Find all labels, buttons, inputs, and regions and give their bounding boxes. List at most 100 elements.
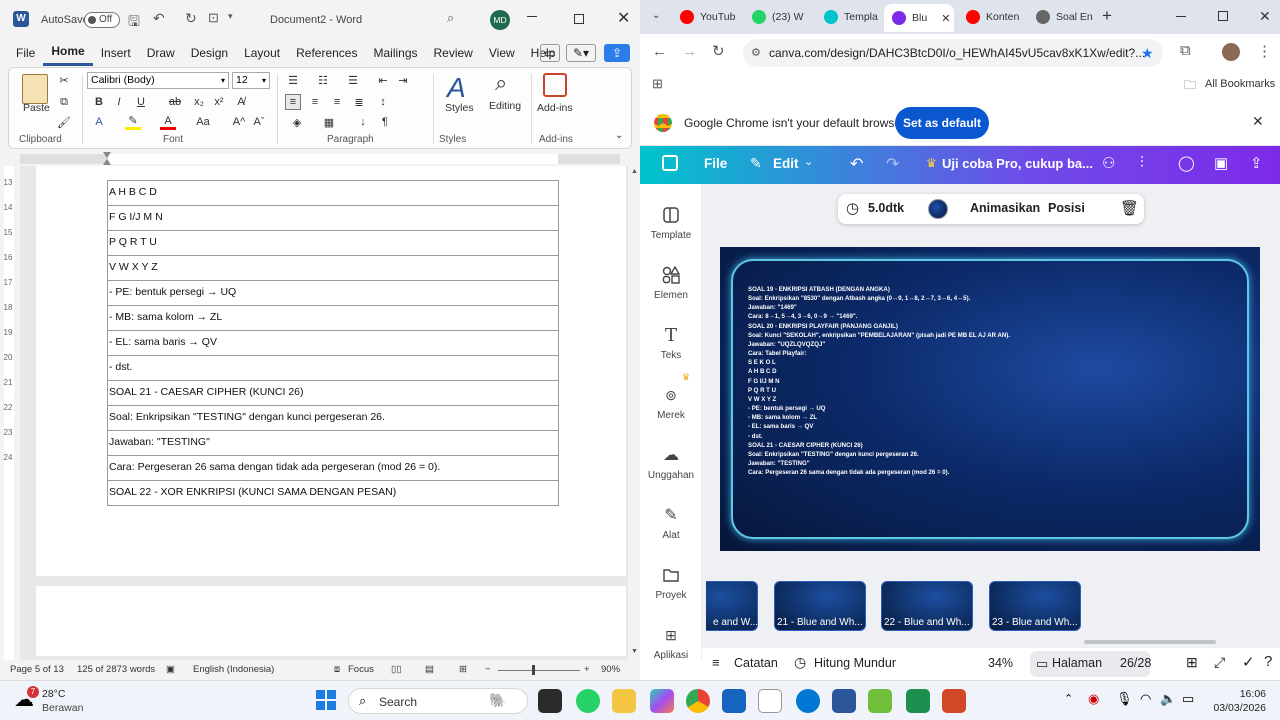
notes-button[interactable]: Catatan (734, 656, 778, 670)
reload-icon[interactable]: ↻ (712, 42, 725, 60)
present-icon[interactable]: ▣ (1214, 154, 1228, 172)
menu-layout[interactable]: Layout (236, 40, 288, 66)
sidebar-item-aplikasi[interactable]: ⊞ Aplikasi (640, 624, 702, 662)
web-layout-icon[interactable]: ⊞ (459, 664, 467, 675)
qat-dropdown-icon[interactable]: ▾ (228, 11, 233, 22)
duration-button[interactable]: 5.0dtk (868, 201, 904, 215)
address-bar[interactable]: ⚙ canva.com/design/DAHC3BtcD0I/o_HEWhAI4… (743, 39, 1163, 67)
bookmark-star-icon[interactable]: ★ (1141, 39, 1154, 67)
fullscreen-icon[interactable]: ⤢ (1214, 654, 1225, 671)
menu-draw[interactable]: Draw (139, 40, 183, 66)
delete-trash-icon[interactable]: 🗑 (1120, 199, 1139, 217)
share-people-icon[interactable]: ⚇ (1102, 154, 1115, 172)
zoom-slider-thumb[interactable] (532, 665, 535, 675)
styles-label[interactable]: Styles (445, 102, 474, 114)
taskbar-search[interactable]: ⌕ Search 🐘 (348, 688, 528, 714)
maximize-icon[interactable] (574, 14, 584, 24)
superscript-icon[interactable]: x² (211, 94, 227, 110)
task-view-icon[interactable] (538, 689, 562, 713)
styles-icon[interactable]: A (447, 72, 466, 104)
table-row[interactable]: - EL: sama baris → QV (108, 331, 558, 356)
close-icon[interactable]: ✕ (617, 8, 630, 28)
check-icon[interactable]: ✓ (1242, 653, 1255, 671)
timer-button[interactable]: Hitung Mundur (814, 656, 896, 670)
close-tab-icon[interactable]: ✕ (941, 12, 950, 25)
font-name-select[interactable]: Calibri (Body) ▾ (87, 72, 229, 89)
multilevel-list-icon[interactable]: ☰ (345, 72, 361, 88)
comments-icon[interactable]: ▭ (540, 44, 560, 62)
numbering-icon[interactable]: ☷ (315, 72, 331, 88)
powerpoint-icon[interactable] (942, 689, 966, 713)
set-default-button[interactable]: Set as default (895, 107, 989, 139)
change-case-icon[interactable]: Aa (195, 114, 211, 130)
bullets-icon[interactable]: ☰ (285, 72, 301, 88)
sort-icon[interactable]: ↓ (355, 114, 371, 130)
clock-date[interactable]: 03/03/2026 (1196, 702, 1266, 714)
language[interactable]: English (Indonesia) (193, 664, 274, 675)
tab-search-icon[interactable]: ⌄ (652, 10, 660, 21)
slide-thumbnail[interactable]: e and W... (706, 581, 758, 631)
font-color-icon[interactable]: A (160, 114, 176, 130)
grid-view-icon[interactable]: ⊞ (1186, 654, 1198, 671)
sidebar-item-proyek[interactable]: Proyek (640, 564, 702, 601)
weather-temp[interactable]: 28°C (42, 688, 65, 700)
menu-insert[interactable]: Insert (93, 40, 139, 66)
side-panel-toggle-icon[interactable] (662, 155, 678, 171)
grow-font-icon[interactable]: A^ (231, 114, 247, 130)
slide-canvas[interactable]: SOAL 19 - ENKRIPSI ATBASH (DENGAN ANGKA)… (720, 247, 1260, 551)
sidebar-item-elemen[interactable]: Elemen (640, 264, 702, 301)
new-tab-icon[interactable]: + (1102, 6, 1112, 26)
word-count[interactable]: 125 of 2873 words (77, 664, 155, 675)
copilot-icon[interactable] (650, 689, 674, 713)
read-mode-icon[interactable]: ▯▯ (391, 664, 401, 675)
pro-trial-banner[interactable]: Uji coba Pro, cukup ba... (942, 156, 1093, 171)
sidebar-item-teks[interactable]: T Teks (640, 324, 702, 362)
slide-thumbnail[interactable]: 23 - Blue and Wh... (989, 581, 1081, 631)
redo-icon[interactable]: ↷ (886, 154, 899, 174)
chrome-menu-icon[interactable]: ⋮ (1257, 42, 1272, 60)
focus-label[interactable]: Focus (348, 664, 374, 675)
tab-konten[interactable]: Konten (958, 6, 1028, 28)
document-page[interactable]: A H B C DF G I/J M NP Q R T UV W X Y Z- … (36, 166, 626, 576)
animate-button[interactable]: Animasikan (970, 201, 1040, 215)
table-row[interactable]: - PE: bentuk persegi → UQ (108, 281, 558, 306)
volume-icon[interactable]: 🔈 (1160, 691, 1176, 707)
bold-icon[interactable]: B (91, 94, 107, 110)
zoom-level[interactable]: 34% (988, 656, 1013, 670)
search-icon[interactable]: ⌕ (447, 10, 454, 26)
share-icon[interactable]: ⇪ (604, 44, 630, 62)
menu-mailings[interactable]: Mailings (365, 40, 425, 66)
tray-app-icon[interactable]: ◉ (1088, 691, 1099, 707)
slide-thumbnail[interactable]: 22 - Blue and Wh... (881, 581, 973, 631)
store-icon[interactable] (722, 689, 746, 713)
decrease-indent-icon[interactable]: ⇤ (375, 72, 391, 88)
format-painter-icon[interactable]: 🖌 (56, 114, 72, 130)
print-layout-icon[interactable]: ▤ (425, 664, 434, 675)
tab-template[interactable]: Templa (816, 6, 880, 28)
comment-icon[interactable]: ◯ (1178, 154, 1195, 172)
proofing-icon[interactable]: ▣ (166, 664, 175, 675)
underline-icon[interactable]: U (133, 94, 149, 110)
autofit-icon[interactable]: ⊡ (208, 10, 219, 26)
user-avatar[interactable]: MD (490, 10, 510, 30)
copy-icon[interactable]: ⧉ (56, 94, 72, 110)
table-row[interactable]: SOAL 22 - XOR ENKRIPSI (KUNCI SAMA DENGA… (108, 481, 558, 506)
minimize-icon[interactable] (527, 16, 537, 17)
table-row[interactable]: A H B C D (108, 181, 558, 206)
addins-icon[interactable] (543, 73, 567, 97)
tray-chevron-icon[interactable]: ⌃ (1064, 692, 1073, 705)
table-row[interactable]: F G I/J M N (108, 206, 558, 231)
file-explorer-icon[interactable] (612, 689, 636, 713)
menu-references[interactable]: References (288, 40, 365, 66)
excel-icon[interactable] (906, 689, 930, 713)
sidebar-item-alat[interactable]: ✎ Alat (640, 504, 702, 541)
table-row[interactable]: P Q R T U (108, 231, 558, 256)
shading-icon[interactable]: ◈ (289, 114, 305, 130)
zoom-out-icon[interactable]: − (485, 664, 491, 675)
align-left-icon[interactable]: ≡ (285, 94, 301, 110)
minimize-icon[interactable] (1176, 16, 1186, 17)
chrome-taskbar-icon[interactable] (686, 689, 710, 713)
edge-icon[interactable] (796, 689, 820, 713)
menu-design[interactable]: Design (183, 40, 236, 66)
show-marks-icon[interactable]: ¶ (377, 114, 393, 130)
